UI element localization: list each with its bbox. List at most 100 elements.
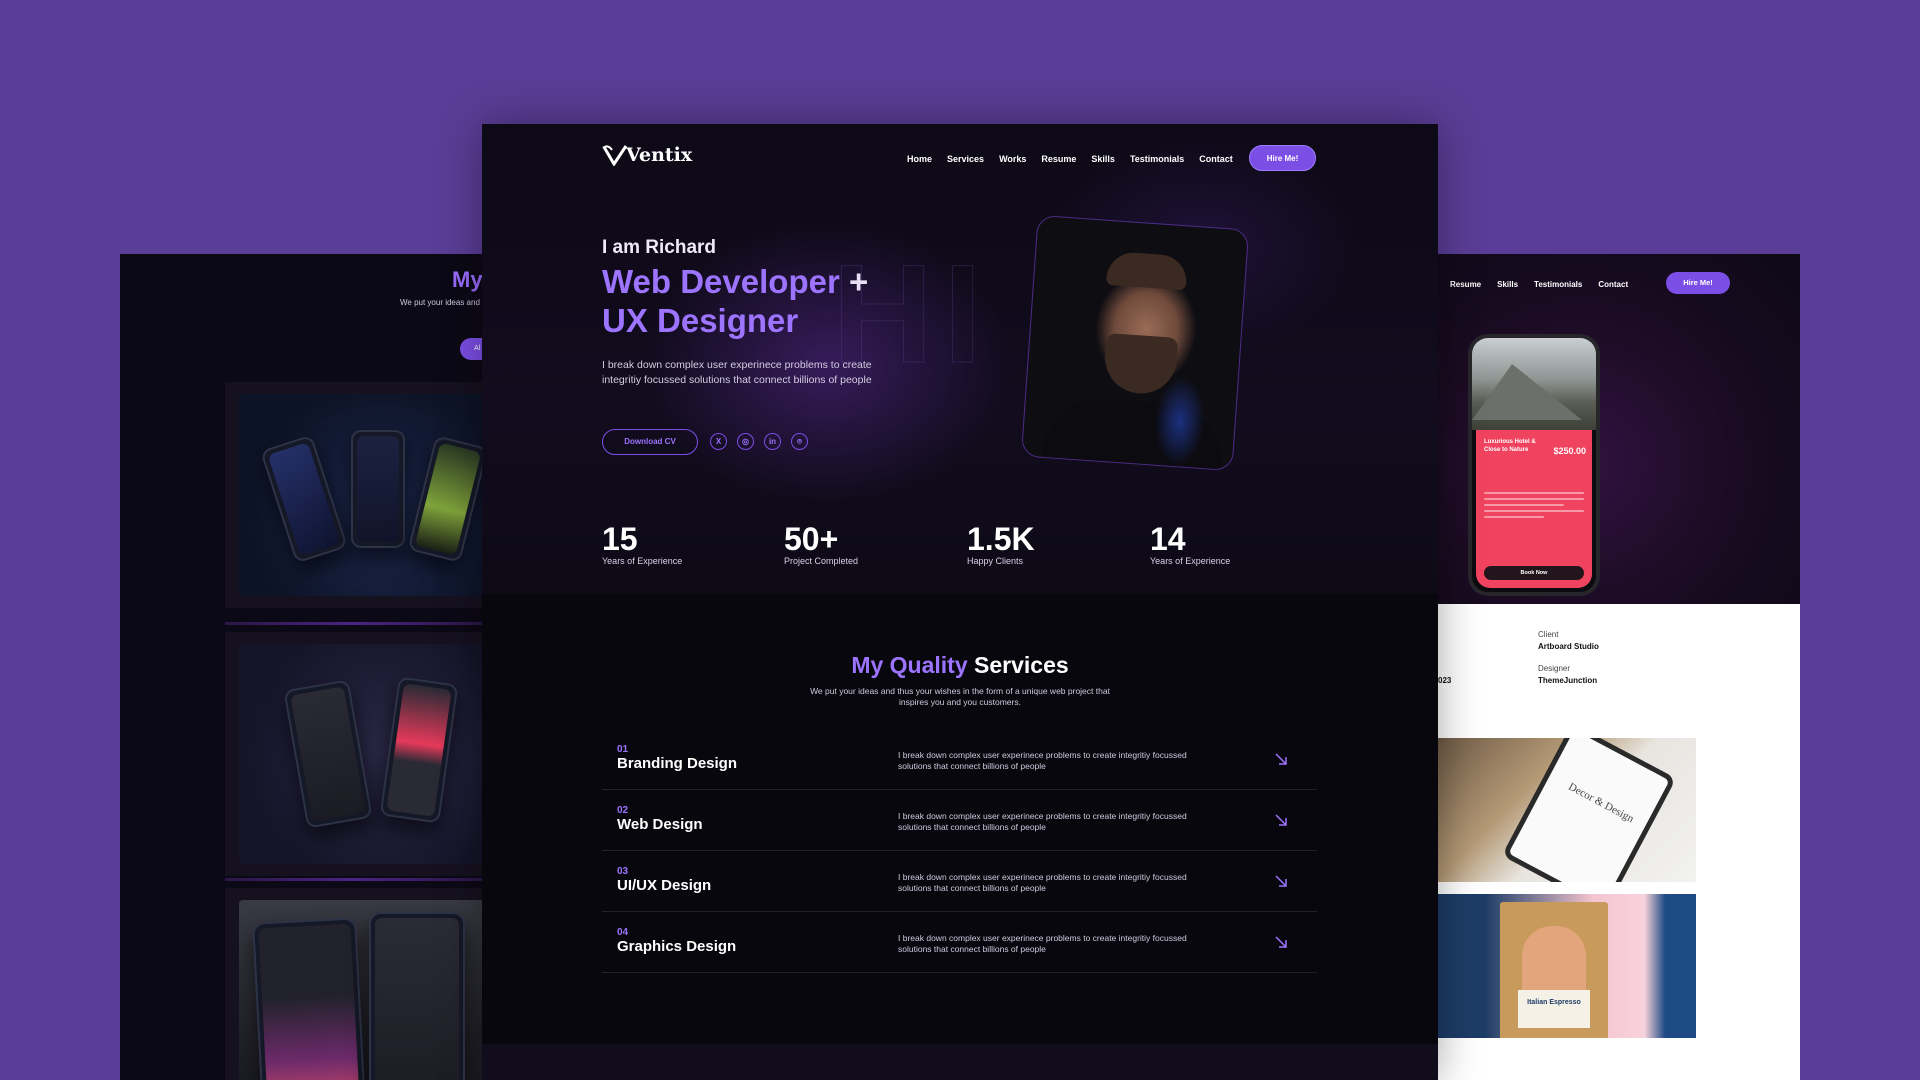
stat-value: 50+ xyxy=(784,521,839,557)
services-section: My Quality Services We put your ideas an… xyxy=(482,594,1438,1044)
services-title: My Quality Services xyxy=(851,652,1069,678)
service-name: Branding Design xyxy=(617,755,738,772)
headline-line-2: UX Designer xyxy=(602,302,799,339)
greeting: I am Richard xyxy=(602,237,717,258)
service-number: 01 xyxy=(617,744,629,755)
arrow-down-right-icon[interactable] xyxy=(1274,752,1288,766)
filter-all-button[interactable]: Al xyxy=(460,338,482,360)
gallery-image-coffee-bag: Italian Espresso xyxy=(1438,894,1696,1038)
phone-mockup xyxy=(252,917,366,1080)
service-number: 04 xyxy=(617,927,629,938)
nav-skills[interactable]: Skills xyxy=(1091,154,1115,164)
service-description: I break down complex user experinece pro… xyxy=(898,933,1187,954)
stat-value: 1.5K xyxy=(967,521,1035,557)
hero-intro: I break down complex user experinece pro… xyxy=(602,359,872,386)
stat-years-experience-2: 14 Years of Experience xyxy=(1150,522,1230,566)
nav-testimonials[interactable]: Testimonials xyxy=(1534,280,1582,289)
hero-section: Ventix Home Services Works Resume Skills… xyxy=(482,124,1438,594)
portfolio-card[interactable] xyxy=(225,888,482,1080)
nav-contact[interactable]: Contact xyxy=(1199,154,1233,164)
client-value: Artboard Studio xyxy=(1538,642,1599,651)
stat-projects: 50+ Project Completed xyxy=(784,522,858,566)
stat-label: Happy Clients xyxy=(967,556,1024,566)
phone-mockup: Luxurious Hotel & Close to Nature $250.0… xyxy=(1468,334,1600,596)
services-subtitle: We put your ideas and thus your wishes i… xyxy=(810,686,1110,707)
headline-plus: + xyxy=(839,263,869,300)
designer-value: ThemeJunction xyxy=(1538,676,1598,685)
stat-label: Years of Experience xyxy=(602,556,683,566)
main-nav: Home Services Works Resume Skills Testim… xyxy=(907,154,1248,164)
hire-me-button[interactable]: Hire Me! xyxy=(1249,145,1316,171)
hire-me-button[interactable]: Hire Me! xyxy=(1666,272,1730,294)
book-now-button[interactable]: Book Now xyxy=(1484,566,1584,580)
social-links: X ◎ in ⌾ xyxy=(710,433,808,450)
portfolio-thumbnail xyxy=(239,900,482,1080)
linkedin-icon[interactable]: in xyxy=(764,433,781,450)
phone-mockup xyxy=(407,435,482,563)
booking-card: Luxurious Hotel & Close to Nature $250.0… xyxy=(1476,430,1592,588)
hotel-name: Luxurious Hotel & Close to Nature xyxy=(1484,439,1536,453)
coffee-bag: Italian Espresso xyxy=(1500,902,1608,1038)
headline-line-1: Web Developer xyxy=(602,263,840,300)
service-item-web[interactable]: 02 Web Design I break down complex user … xyxy=(602,791,1317,851)
portfolio-thumbnail xyxy=(239,644,482,864)
nav-testimonials[interactable]: Testimonials xyxy=(1130,154,1184,164)
site-logo[interactable]: Ventix xyxy=(602,144,692,166)
stat-value: 15 xyxy=(602,521,638,557)
portfolio-card[interactable] xyxy=(225,382,482,608)
nav-skills[interactable]: Skills xyxy=(1497,280,1518,289)
portfolio-thumbnail xyxy=(239,394,482,596)
phone-mockup xyxy=(260,434,348,564)
service-item-graphics[interactable]: 04 Graphics Design I break down complex … xyxy=(602,913,1317,973)
arrow-down-right-icon[interactable] xyxy=(1274,813,1288,827)
service-description: I break down complex user experinece pro… xyxy=(898,811,1187,832)
service-item-branding[interactable]: 01 Branding Design I break down complex … xyxy=(602,730,1317,790)
project-detail-preview: Resume Skills Testimonials Contact Hire … xyxy=(1438,254,1800,1080)
service-number: 02 xyxy=(617,805,629,816)
divider xyxy=(225,878,482,881)
service-number: 03 xyxy=(617,866,629,877)
dribbble-icon[interactable]: ◎ xyxy=(737,433,754,450)
service-name: Web Design xyxy=(617,816,703,833)
works-page-preview: My We put your ideas and t Al xyxy=(120,254,482,1080)
project-hero: Resume Skills Testimonials Contact Hire … xyxy=(1438,254,1800,604)
nav-resume[interactable]: Resume xyxy=(1041,154,1076,164)
works-subtitle: We put your ideas and t xyxy=(400,298,482,307)
nav-services[interactable]: Services xyxy=(947,154,984,164)
profile-photo xyxy=(1020,214,1250,472)
nav-contact[interactable]: Contact xyxy=(1598,280,1628,289)
arrow-down-right-icon[interactable] xyxy=(1274,935,1288,949)
logo-text: Ventix xyxy=(626,144,693,166)
portfolio-card[interactable] xyxy=(225,632,482,876)
download-cv-button[interactable]: Download CV xyxy=(602,429,698,455)
stat-years-experience: 15 Years of Experience xyxy=(602,522,682,566)
service-item-uiux[interactable]: 03 UI/UX Design I break down complex use… xyxy=(602,852,1317,912)
hero-headline: Web Developer + UX Designer xyxy=(602,262,932,340)
stat-label: Project Completed xyxy=(784,556,859,566)
portfolio-homepage: Ventix Home Services Works Resume Skills… xyxy=(482,124,1438,1080)
hotel-details xyxy=(1484,492,1584,522)
works-title: My xyxy=(452,267,482,292)
designer-label: Designer xyxy=(1538,664,1571,673)
phone-mockup xyxy=(283,679,373,829)
hotel-price: $250.00 xyxy=(1553,446,1586,456)
nav-resume[interactable]: Resume xyxy=(1450,280,1481,289)
service-description: I break down complex user experinece pro… xyxy=(898,872,1187,893)
project-date: 023 xyxy=(1438,676,1452,685)
stat-clients: 1.5K Happy Clients xyxy=(967,522,1035,566)
coffee-bag-label: Italian Espresso xyxy=(1518,990,1590,1028)
github-icon[interactable]: ⌾ xyxy=(791,433,808,450)
service-name: Graphics Design xyxy=(617,938,737,955)
divider xyxy=(225,622,482,625)
tablet-mockup: Decor & Design xyxy=(1501,738,1677,882)
client-label: Client xyxy=(1538,630,1559,639)
x-twitter-icon[interactable]: X xyxy=(710,433,727,450)
nav-home[interactable]: Home xyxy=(907,154,932,164)
project-nav: Resume Skills Testimonials Contact xyxy=(1450,280,1628,289)
next-section-edge xyxy=(482,1044,1438,1080)
landscape-image xyxy=(1472,338,1596,430)
nav-works[interactable]: Works xyxy=(999,154,1026,164)
stat-value: 14 xyxy=(1150,521,1186,557)
arrow-down-right-icon[interactable] xyxy=(1274,874,1288,888)
phone-mockup xyxy=(369,912,465,1080)
